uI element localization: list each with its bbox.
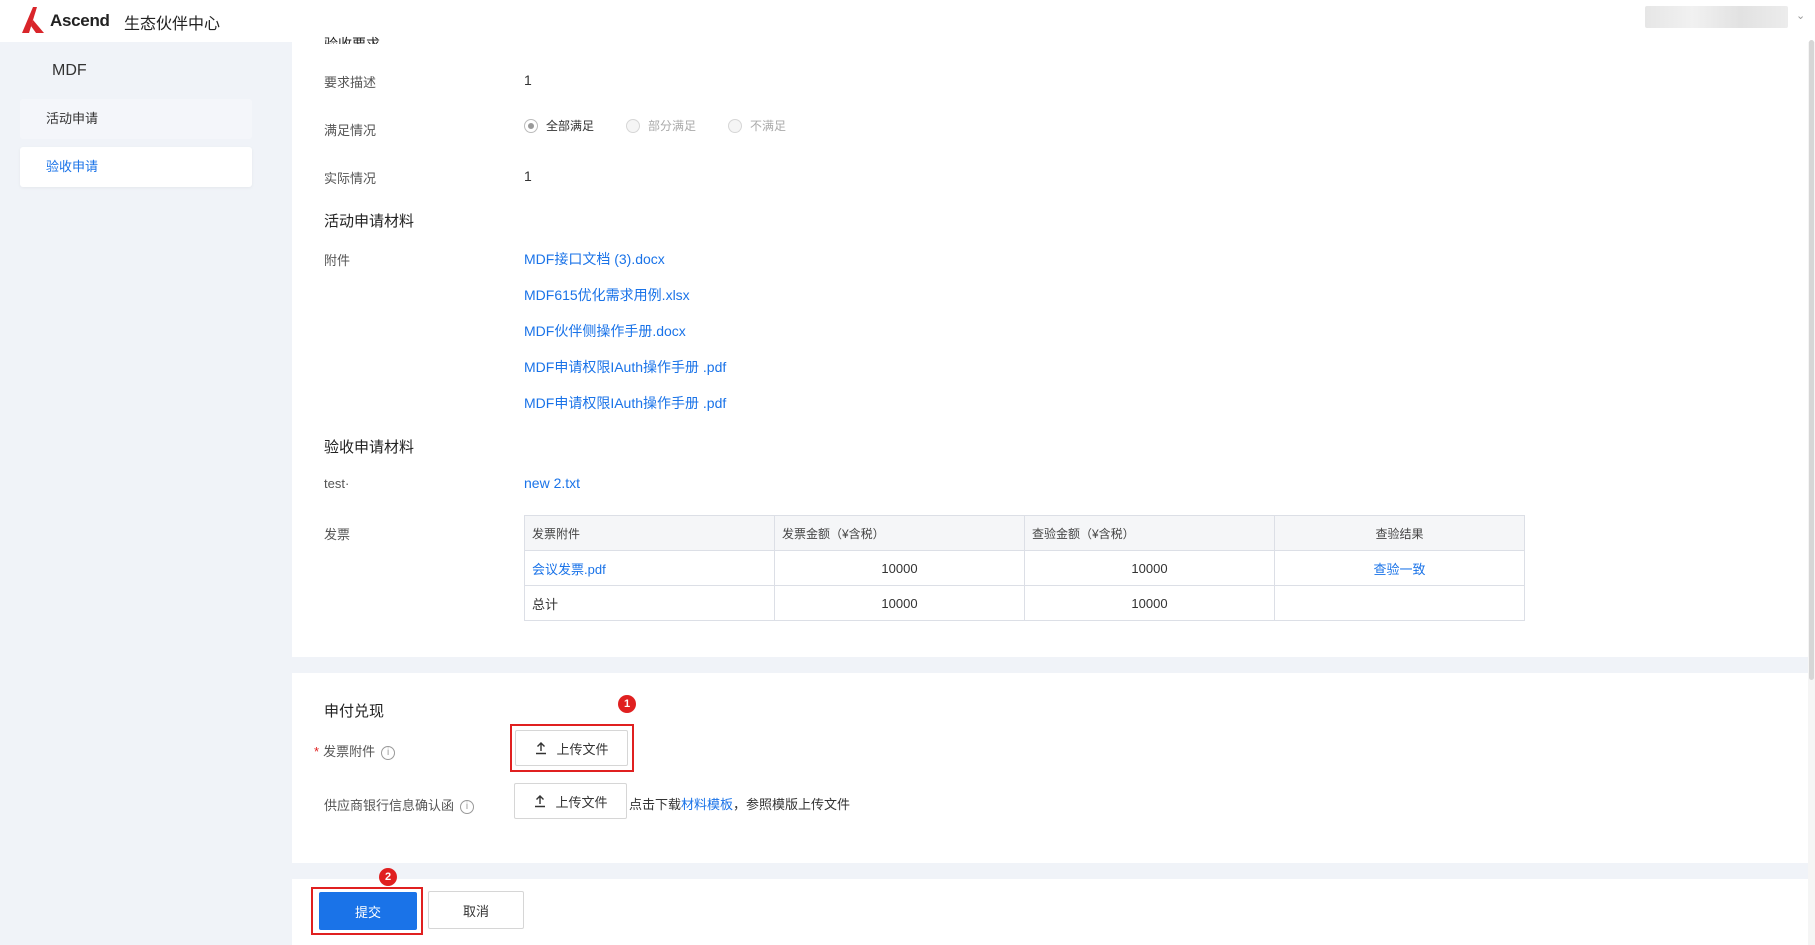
invoice-label: 发票 [324, 527, 351, 542]
sidebar-item-activity-apply[interactable]: 活动申请 [20, 99, 252, 139]
template-download-link[interactable]: 材料模板 [681, 797, 733, 812]
step-badge-1: 1 [618, 695, 636, 713]
actual-label: 实际情况 [324, 171, 377, 186]
bank-upload-button[interactable]: 上传文件 [514, 783, 627, 819]
detail-card: 验收要求 要求描述 1 满足情况 全部满足 部分满足 不满足 实际情况 1 活动… [292, 36, 1810, 657]
test-file-link[interactable]: new 2.txt [524, 475, 580, 491]
desc-label: 要求描述 [324, 75, 377, 90]
payment-card: 申付兑现 * 发票附件 i 1 上传文件 供应商银行信息确认函 i 上传文件 点击下载… [292, 673, 1810, 863]
top-bar: Ascend 生态伙伴中心 ⌄ [0, 0, 1815, 42]
total-label: 总计 [524, 585, 775, 621]
upload-icon [536, 742, 547, 755]
check-result-link[interactable]: 查验一致 [1274, 550, 1525, 586]
checked-amount: 10000 [1024, 550, 1275, 586]
attachment-link[interactable]: MDF伙伴侧操作手册.docx [524, 321, 686, 341]
invoice-amount: 10000 [774, 550, 1025, 586]
desc-value: 1 [524, 72, 532, 88]
invoice-file-link[interactable]: 会议发票.pdf [524, 550, 775, 586]
sidebar-title: MDF [52, 62, 87, 79]
total-amount: 10000 [774, 585, 1025, 621]
radio-partially-satisfied[interactable]: 部分满足 [626, 117, 696, 134]
sidebar: MDF 活动申请 验收申请 [0, 42, 270, 945]
attachment-link[interactable]: MDF接口文档 (3).docx [524, 249, 665, 269]
radio-dot [626, 118, 640, 133]
radio-dot [524, 118, 538, 133]
hint-text: 点击下载 [629, 797, 682, 812]
section-title-acceptance-materials: 验收申请材料 [324, 439, 415, 456]
table-header: 发票金额（¥含税） [774, 515, 1025, 551]
table-header: 发票附件 [524, 515, 775, 551]
table-header: 查验结果 [1274, 515, 1525, 551]
hint-text: ，参照模版上传文件 [733, 797, 851, 812]
satisfaction-label: 满足情况 [324, 123, 377, 138]
bank-confirmation-label: 供应商银行信息确认函 i [324, 795, 475, 814]
table-header: 查验金额（¥含税） [1024, 515, 1275, 551]
radio-label: 部分满足 [648, 119, 697, 133]
radio-label: 全部满足 [546, 119, 595, 133]
center-title: 生态伙伴中心 [124, 16, 221, 33]
step-badge-2: 2 [379, 868, 397, 886]
required-mark: * [314, 744, 320, 759]
ascend-logo-icon [22, 7, 44, 33]
brand-name: Ascend [50, 11, 110, 30]
submit-button[interactable]: 提交 [319, 892, 417, 930]
attachment-link[interactable]: MDF申请权限IAuth操作手册 .pdf [524, 393, 726, 413]
total-result [1274, 585, 1525, 621]
table-header-row: 发票附件 发票金额（¥含税） 查验金额（¥含税） 查验结果 [524, 515, 1525, 551]
test-label: test· [324, 476, 350, 491]
invoice-attachment-label: * 发票附件 i [314, 741, 396, 760]
radio-label: 不满足 [750, 119, 787, 133]
label-text: 发票附件 [323, 744, 376, 759]
label-text: 供应商银行信息确认函 [324, 798, 455, 813]
section-title-activity-materials: 活动申请材料 [324, 213, 415, 230]
radio-all-satisfied[interactable]: 全部满足 [524, 117, 594, 134]
table-row-total: 总计 10000 10000 [524, 585, 1525, 621]
footer-actions: 2 提交 取消 [292, 868, 1810, 945]
table-row: 会议发票.pdf 10000 10000 查验一致 [524, 550, 1525, 586]
scrollbar-thumb[interactable] [1809, 40, 1814, 680]
attachment-label: 附件 [324, 253, 351, 268]
cancel-button[interactable]: 取消 [428, 891, 524, 929]
section-title-payment: 申付兑现 [324, 703, 385, 720]
radio-dot [728, 118, 742, 133]
upload-label: 上传文件 [556, 741, 609, 757]
attachment-link[interactable]: MDF615优化需求用例.xlsx [524, 285, 690, 305]
sidebar-item-acceptance-apply[interactable]: 验收申请 [20, 147, 252, 187]
invoice-table: 发票附件 发票金额（¥含税） 查验金额（¥含税） 查验结果 会议发票.pdf 1… [524, 515, 1525, 621]
attachment-link[interactable]: MDF申请权限IAuth操作手册 .pdf [524, 357, 726, 377]
actual-value: 1 [524, 168, 532, 184]
upload-icon [535, 795, 546, 808]
template-hint: 点击下载材料模板，参照模版上传文件 [629, 794, 850, 813]
chevron-down-icon[interactable]: ⌄ [1796, 9, 1805, 22]
invoice-upload-button[interactable]: 上传文件 [515, 730, 628, 766]
info-icon[interactable]: i [460, 799, 475, 814]
user-name[interactable] [1645, 6, 1788, 28]
radio-not-satisfied[interactable]: 不满足 [728, 117, 786, 134]
upload-label: 上传文件 [555, 794, 608, 810]
total-checked-amount: 10000 [1024, 585, 1275, 621]
section-title-acceptance-requirements: 验收要求 [324, 36, 380, 44]
info-icon[interactable]: i [381, 745, 396, 760]
